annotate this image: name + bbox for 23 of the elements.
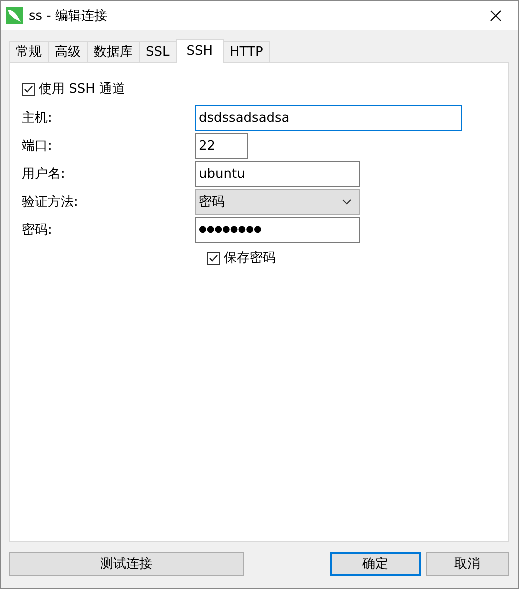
input-field[interactable]: ubuntu [195,161,360,187]
password-field[interactable]: ●●●●●●●● [195,217,360,243]
tab[interactable]: HTTP [223,41,270,62]
field-label: 端口: [21,138,54,155]
window-title: ss - 编辑连接 [29,8,109,24]
input-field[interactable]: dsdssadsadsa [195,105,462,131]
close-icon[interactable] [490,10,502,22]
dialog-button[interactable]: 测试连接 [9,552,244,576]
tab[interactable]: 常规 [9,41,49,62]
field-label: 密码: [21,222,54,239]
checkbox-label: 保存密码 [224,250,276,267]
tab[interactable]: SSH [176,39,224,63]
checkbox[interactable] [207,252,220,264]
chevron-down-icon [342,199,352,205]
input-field[interactable]: 22 [195,133,248,159]
dialog-button[interactable]: 确定 [330,552,421,576]
field-label: 用户名: [21,166,66,183]
dialog-button[interactable]: 取消 [426,552,509,576]
field-label: 验证方法: [21,194,80,211]
field-label: 主机: [21,110,54,127]
checkbox[interactable] [22,82,35,96]
dropdown[interactable]: 密码 [195,189,360,215]
checkbox-label: 使用 SSH 通道 [39,81,126,98]
